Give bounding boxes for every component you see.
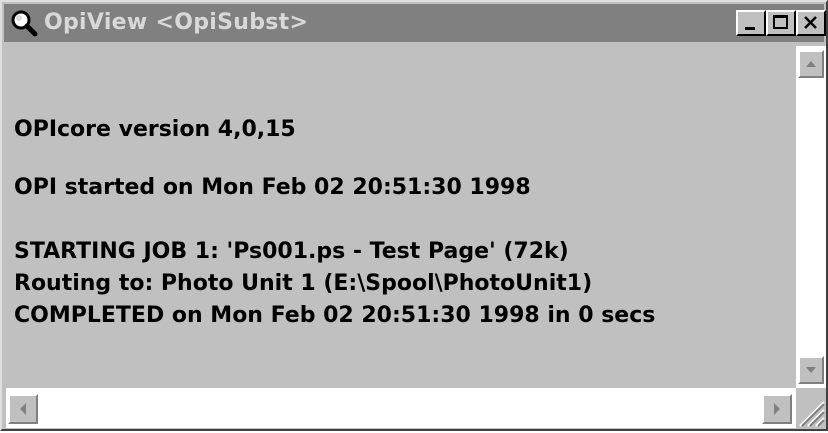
scroll-right-button[interactable]: [762, 394, 792, 424]
magnifier-icon[interactable]: [10, 9, 38, 37]
scroll-right-arrow-icon: [774, 403, 780, 415]
window-title: OpiView <OpiSubst>: [44, 10, 309, 35]
scroll-down-button[interactable]: [798, 356, 824, 384]
scroll-left-button[interactable]: [8, 394, 38, 424]
log-line: Routing to: Photo Unit 1 (E:\Spool\Photo…: [14, 271, 593, 296]
maximize-icon: [773, 15, 788, 29]
close-button[interactable]: [796, 10, 826, 36]
minimize-icon: [745, 27, 755, 30]
log-line: OPI started on Mon Feb 02 20:51:30 1998: [14, 175, 531, 200]
log-line: OPIcore version 4,0,15: [14, 117, 296, 142]
vertical-scrollbar[interactable]: [796, 46, 826, 388]
opiview-window: OpiView <OpiSubst> OPIcore version 4,0,1…: [0, 0, 828, 431]
scroll-left-arrow-icon: [20, 403, 26, 415]
scroll-up-arrow-icon: [806, 61, 816, 67]
scroll-up-button[interactable]: [798, 50, 824, 78]
resize-grip-icon: [799, 401, 825, 427]
horizontal-scrollbar[interactable]: [6, 388, 796, 428]
scroll-down-arrow-icon: [806, 367, 816, 373]
minimize-button[interactable]: [736, 10, 766, 36]
close-icon: [804, 16, 817, 29]
log-line: COMPLETED on Mon Feb 02 20:51:30 1998 in…: [14, 303, 656, 328]
title-bar[interactable]: OpiView <OpiSubst>: [4, 4, 826, 42]
resize-grip[interactable]: [796, 388, 826, 428]
log-output-area[interactable]: OPIcore version 4,0,15 OPI started on Mo…: [6, 46, 796, 388]
maximize-button[interactable]: [766, 10, 796, 36]
log-line: STARTING JOB 1: 'Ps001.ps - Test Page' (…: [14, 239, 569, 264]
